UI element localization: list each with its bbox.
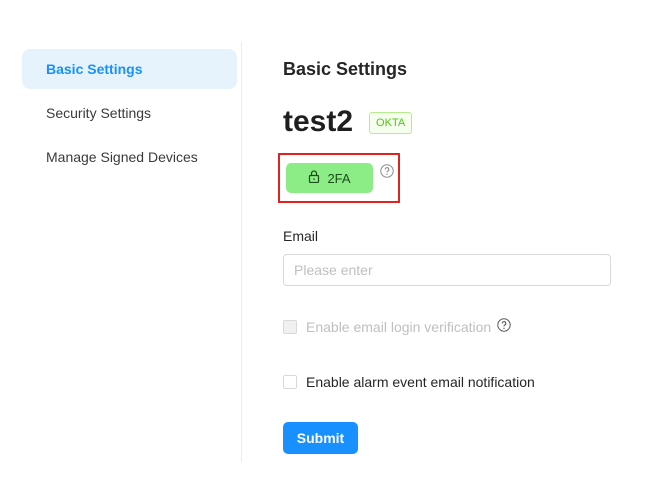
sidebar-nav: Basic Settings Security Settings Manage … xyxy=(22,49,237,181)
sidebar-divider xyxy=(241,42,242,462)
sidebar-item-basic-settings[interactable]: Basic Settings xyxy=(22,49,237,89)
sidebar-item-security-settings[interactable]: Security Settings xyxy=(22,93,237,133)
question-circle-icon[interactable] xyxy=(380,164,394,183)
username: test2 xyxy=(283,105,354,138)
submit-button[interactable]: Submit xyxy=(283,422,358,454)
email-login-verification-checkbox[interactable] xyxy=(283,319,297,334)
twofa-highlight-box: 2FA xyxy=(278,153,400,203)
lock-icon xyxy=(308,170,327,186)
alarm-email-notification-label: Enable alarm event email notification xyxy=(306,374,535,390)
settings-page: Basic Settings Security Settings Manage … xyxy=(0,0,657,497)
page-title: Basic Settings xyxy=(283,59,408,79)
twofa-button-label: 2FA xyxy=(327,170,351,186)
provider-badge: OKTA xyxy=(369,112,413,134)
email-field[interactable] xyxy=(283,254,611,286)
email-login-verification-option: Enable email login verification xyxy=(283,318,511,335)
sidebar-item-label: Manage Signed Devices xyxy=(46,149,198,165)
twofa-button[interactable]: 2FA xyxy=(286,163,373,193)
email-label: Email xyxy=(283,228,319,244)
main-panel: Basic Settings test2 OKTA 2FA Email Plea… xyxy=(278,56,623,454)
email-login-verification-label: Enable email login verification xyxy=(306,318,492,335)
sidebar-item-label: Basic Settings xyxy=(46,61,143,77)
sidebar-item-label: Security Settings xyxy=(46,105,152,121)
question-circle-icon[interactable] xyxy=(497,318,511,335)
alarm-email-notification-checkbox[interactable] xyxy=(283,375,297,389)
user-header: test2 OKTA xyxy=(283,104,623,140)
alarm-email-notification-option: Enable alarm event email notification xyxy=(283,374,535,390)
sidebar-item-manage-signed-devices[interactable]: Manage Signed Devices xyxy=(22,137,237,177)
